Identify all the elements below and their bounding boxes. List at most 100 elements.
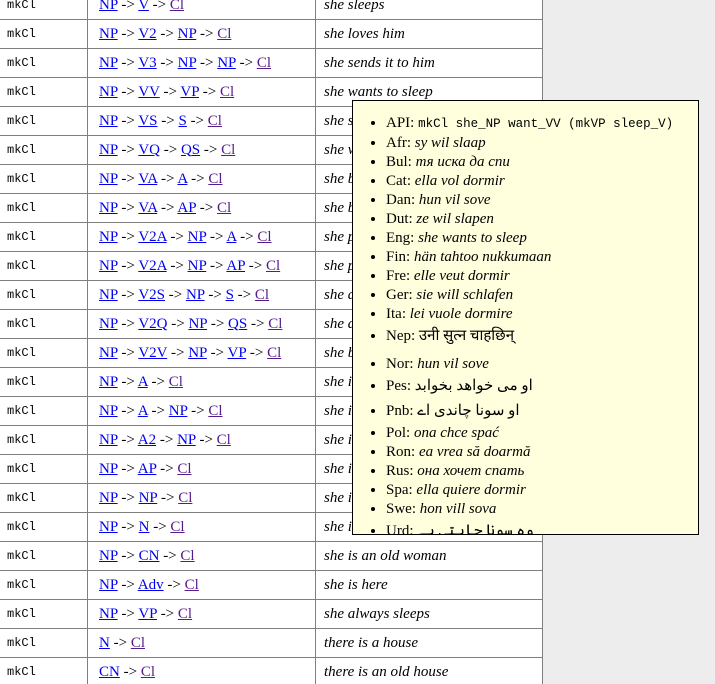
category-link-va[interactable]: VA [138,200,157,216]
category-link-n[interactable]: N [99,635,110,651]
category-link-np[interactable]: NP [188,258,207,274]
category-link-np[interactable]: NP [178,55,197,71]
category-link-v[interactable]: V [138,0,149,13]
category-link-np[interactable]: NP [99,432,118,448]
table-row: mkCl NP -> V3 -> NP -> NP -> Cl she send… [0,49,543,78]
category-link-np[interactable]: NP [99,171,118,187]
category-link-np[interactable]: NP [177,432,196,448]
category-link-a[interactable]: A [138,374,148,390]
category-link-qs[interactable]: QS [228,316,247,332]
category-link-np[interactable]: NP [217,55,236,71]
category-link-np[interactable]: NP [169,403,188,419]
category-link-vv[interactable]: VV [138,84,159,100]
category-link-cl[interactable]: Cl [177,461,191,477]
category-link-a2[interactable]: A2 [138,432,156,448]
category-link-cl[interactable]: Cl [169,374,183,390]
category-link-np[interactable]: NP [188,229,207,245]
category-link-a[interactable]: A [177,171,187,187]
function-name: mkCl [0,107,88,136]
category-link-np[interactable]: NP [99,142,118,158]
category-link-np[interactable]: NP [99,84,118,100]
category-link-np[interactable]: NP [178,26,197,42]
category-link-cl[interactable]: Cl [178,606,192,622]
category-link-cl[interactable]: Cl [255,287,269,303]
category-link-np[interactable]: NP [99,0,118,13]
category-link-np[interactable]: NP [99,26,118,42]
category-link-cl[interactable]: Cl [220,84,234,100]
category-link-cl[interactable]: Cl [221,142,235,158]
category-link-vp[interactable]: VP [180,84,199,100]
category-link-np[interactable]: NP [99,316,118,332]
category-link-cl[interactable]: Cl [266,258,280,274]
category-link-adv[interactable]: Adv [138,577,164,593]
category-link-a[interactable]: A [138,403,148,419]
category-link-ap[interactable]: AP [226,258,245,274]
category-link-v2q[interactable]: V2Q [138,316,167,332]
category-link-cl[interactable]: Cl [170,519,184,535]
category-link-cl[interactable]: Cl [257,229,271,245]
category-link-cl[interactable]: Cl [217,26,231,42]
category-link-np[interactable]: NP [186,287,205,303]
category-link-np[interactable]: NP [99,113,118,129]
category-link-cl[interactable]: Cl [131,635,145,651]
category-link-v2s[interactable]: V2S [138,287,165,303]
category-link-v2a[interactable]: V2A [138,229,166,245]
category-link-cl[interactable]: Cl [217,432,231,448]
arrow-separator: -> [234,287,255,303]
translation-item: Afr: sy wil slaap [386,134,690,153]
category-link-np[interactable]: NP [99,229,118,245]
category-link-n[interactable]: N [139,519,150,535]
category-link-np[interactable]: NP [99,577,118,593]
translation-value: lei vuole dormire [410,306,513,322]
category-link-v2v[interactable]: V2V [138,345,167,361]
category-link-np[interactable]: NP [188,316,207,332]
category-link-cl[interactable]: Cl [180,548,194,564]
category-link-np[interactable]: NP [188,345,207,361]
category-link-v2a[interactable]: V2A [138,258,166,274]
arrow-separator: -> [118,171,139,187]
category-link-a[interactable]: A [226,229,236,245]
category-link-np[interactable]: NP [99,55,118,71]
category-link-np[interactable]: NP [139,490,158,506]
category-link-np[interactable]: NP [99,403,118,419]
category-link-np[interactable]: NP [99,548,118,564]
category-link-cn[interactable]: CN [139,548,160,564]
category-link-cl[interactable]: Cl [178,490,192,506]
category-link-np[interactable]: NP [99,258,118,274]
category-link-cl[interactable]: Cl [217,200,231,216]
category-link-cl[interactable]: Cl [257,55,271,71]
category-link-cl[interactable]: Cl [208,171,222,187]
category-link-ap[interactable]: AP [177,200,196,216]
category-link-np[interactable]: NP [99,490,118,506]
category-link-v3[interactable]: V3 [138,55,156,71]
function-name: mkCl [0,0,88,20]
category-link-np[interactable]: NP [99,606,118,622]
category-link-vp[interactable]: VP [228,345,247,361]
category-link-s[interactable]: S [178,113,186,129]
category-link-cl[interactable]: Cl [267,345,281,361]
category-link-cl[interactable]: Cl [208,403,222,419]
category-link-np[interactable]: NP [99,374,118,390]
category-link-np[interactable]: NP [99,519,118,535]
function-name: mkCl [0,281,88,310]
category-link-np[interactable]: NP [99,461,118,477]
category-link-np[interactable]: NP [99,287,118,303]
category-link-cl[interactable]: Cl [170,0,184,13]
category-link-cn[interactable]: CN [99,664,120,680]
category-link-v2[interactable]: V2 [138,26,156,42]
category-link-qs[interactable]: QS [181,142,200,158]
category-link-np[interactable]: NP [99,345,118,361]
translation-item: Swe: hon vill sova [386,500,690,519]
category-link-vs[interactable]: VS [138,113,157,129]
category-link-vq[interactable]: VQ [138,142,160,158]
category-link-vp[interactable]: VP [138,606,157,622]
category-link-s[interactable]: S [226,287,234,303]
category-link-cl[interactable]: Cl [268,316,282,332]
category-link-cl[interactable]: Cl [185,577,199,593]
category-link-cl[interactable]: Cl [208,113,222,129]
category-link-cl[interactable]: Cl [141,664,155,680]
category-link-va[interactable]: VA [138,171,157,187]
category-link-np[interactable]: NP [99,200,118,216]
function-name: mkCl [0,600,88,629]
category-link-ap[interactable]: AP [138,461,157,477]
